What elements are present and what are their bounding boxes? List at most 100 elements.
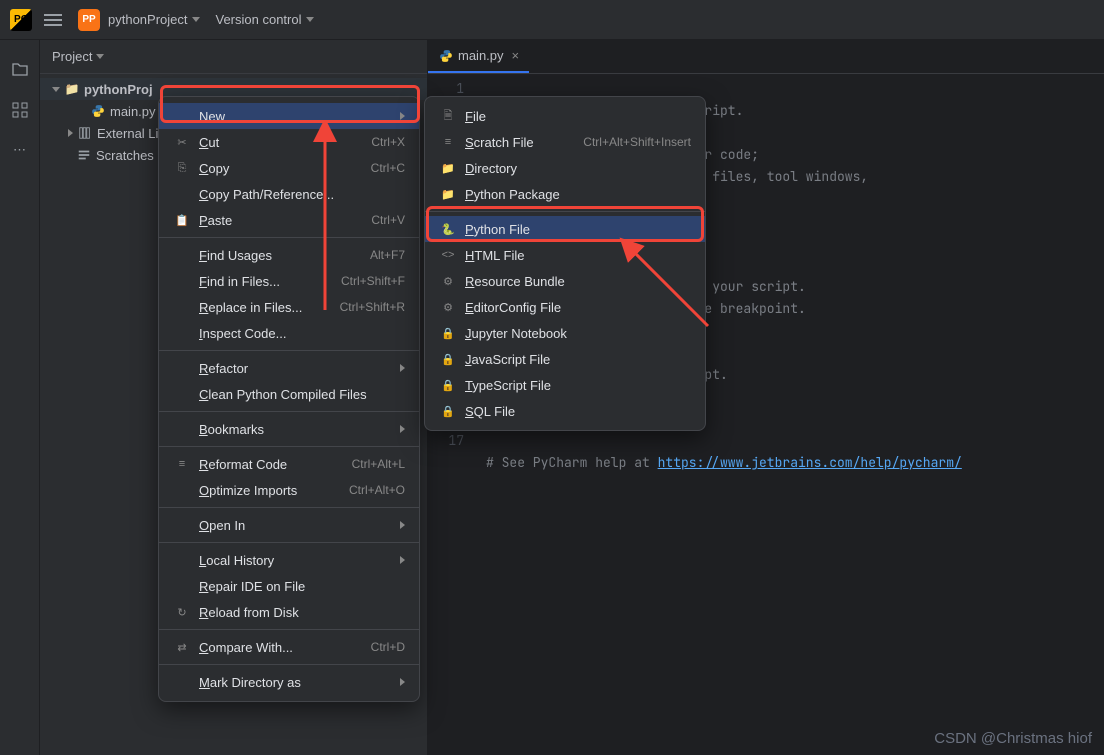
menu-item[interactable]: 📁Python Package [425,181,705,207]
menu-item[interactable]: 📁 Directory [425,155,705,181]
menu-item[interactable]: Find in Files...Ctrl+Shift+F [159,268,419,294]
lock-icon: 🔒 [439,379,457,392]
menu-item-label: New [199,109,225,124]
menu-item[interactable]: Find Usages Alt+F7 [159,242,419,268]
menu-item-label: Find Usages [199,248,272,263]
menu-item-label: SQL File [465,404,515,419]
menu-item[interactable]: ⚙Resource Bundle [425,268,705,294]
panel-title-dropdown[interactable]: Project [52,49,104,64]
chevron-right-icon [400,112,405,120]
menu-item-label: Optimize Imports [199,483,297,498]
menu-item-label: Scratch File [465,135,534,150]
menu-item-label: Reload from Disk [199,605,299,620]
menu-item[interactable]: Optimize ImportsCtrl+Alt+O [159,477,419,503]
menu-item-label: Mark Directory as [199,675,301,690]
menu-item[interactable]: 📋PasteCtrl+V [159,207,419,233]
menu-item[interactable]: Copy Path/Reference... [159,181,419,207]
menu-item-label: Python File [465,222,530,237]
expander-icon[interactable] [52,87,60,92]
menu-item-label: File [465,109,486,124]
menu-item-label: Inspect Code... [199,326,286,341]
menu-item-label: Directory [465,161,517,176]
menu-separator [159,542,419,543]
menu-separator [159,237,419,238]
submenu-new[interactable]: 🗎File≡Scratch FileCtrl+Alt+Shift+Insert📁… [424,96,706,431]
menu-item[interactable]: Refactor [159,355,419,381]
tab-label: main.py [458,48,504,63]
menu-item[interactable]: 🔒 TypeScript File [425,372,705,398]
menu-item[interactable]: ↻ Reload from Disk [159,599,419,625]
shortcut-label: Ctrl+D [371,640,405,654]
titlebar: PC PP pythonProject Version control [0,0,1104,40]
tree-label: pythonProj [84,82,153,97]
menu-item[interactable]: Bookmarks [159,416,419,442]
more-tool-icon[interactable]: ⋯ [8,138,32,162]
menu-icon: ✂ [173,136,191,149]
menu-item[interactable]: Mark Directory as [159,669,419,695]
structure-tool-icon[interactable] [8,98,32,122]
menu-item[interactable]: 🔒 JavaScript File [425,346,705,372]
menu-icon: 🗎 [439,107,457,126]
vcs-dropdown[interactable]: Version control [216,12,314,27]
menu-item[interactable]: ⚙EditorConfig File [425,294,705,320]
panel-title-label: Project [52,49,92,64]
menu-icon: 📁 [439,188,457,201]
menu-item[interactable]: Clean Python Compiled Files [159,381,419,407]
menu-item[interactable]: 🔒SQL File [425,398,705,424]
shortcut-label: Alt+F7 [370,248,405,262]
close-icon[interactable]: × [512,48,520,63]
menu-separator [425,211,705,212]
menu-item[interactable]: ≡Scratch FileCtrl+Alt+Shift+Insert [425,129,705,155]
menu-item-label: Paste [199,213,232,228]
chevron-right-icon [400,521,405,529]
chevron-down-icon [306,17,314,22]
menu-separator [159,629,419,630]
menu-item[interactable]: 🔒Jupyter Notebook [425,320,705,346]
watermark: CSDN @Christmas hiof [934,730,1092,747]
menu-item[interactable]: Repair IDE on File [159,573,419,599]
editor-tabs: main.py × [428,40,1104,74]
project-tool-icon[interactable] [8,58,32,82]
tree-label: Scratches [96,148,154,163]
menu-item[interactable]: Local History [159,547,419,573]
menu-item-label: EditorConfig File [465,300,561,315]
menu-item[interactable]: ≡Reformat CodeCtrl+Alt+L [159,451,419,477]
menu-item-label: TypeScript File [465,378,551,393]
menu-icon: 📁 [439,162,457,175]
shortcut-label: Ctrl+Alt+L [352,457,405,471]
menu-separator [159,350,419,351]
menu-icon: ↻ [173,606,191,619]
menu-item[interactable]: ✂CutCtrl+X [159,129,419,155]
shortcut-label: Ctrl+V [371,213,405,227]
python-icon [90,103,106,119]
tree-label: External Li [97,126,158,141]
menu-item[interactable]: ⇄Compare With...Ctrl+D [159,634,419,660]
vcs-label: Version control [216,12,302,27]
menu-item-label: HTML File [465,248,524,263]
lock-icon: 🔒 [439,353,457,366]
menu-item[interactable]: Inspect Code... [159,320,419,346]
menu-item[interactable]: Open In [159,512,419,538]
menu-item-label: JavaScript File [465,352,550,367]
context-menu-project[interactable]: New ✂CutCtrl+X⎘CopyCtrl+CCopy Path/Refere… [158,96,420,702]
menu-item[interactable]: ⎘CopyCtrl+C [159,155,419,181]
menu-item[interactable]: New [159,103,419,129]
chevron-right-icon [400,678,405,686]
app-logo-icon: PC [10,9,32,31]
chevron-down-icon [96,54,104,59]
project-name-label: pythonProject [108,12,188,27]
library-icon [77,125,93,141]
main-menu-icon[interactable] [44,11,62,29]
menu-item[interactable]: 🐍Python File [425,216,705,242]
menu-item[interactable]: Replace in Files...Ctrl+Shift+R [159,294,419,320]
editor-tab-main[interactable]: main.py × [428,40,529,73]
shortcut-label: Ctrl+C [371,161,405,175]
shortcut-label: Ctrl+Shift+F [341,274,405,288]
project-dropdown[interactable]: pythonProject [108,12,200,27]
shortcut-label: Ctrl+Shift+R [340,300,405,314]
expander-icon[interactable] [68,129,73,137]
menu-item[interactable]: <>HTML File [425,242,705,268]
menu-item[interactable]: 🗎 File [425,103,705,129]
chevron-down-icon [192,17,200,22]
python-icon [438,48,454,64]
